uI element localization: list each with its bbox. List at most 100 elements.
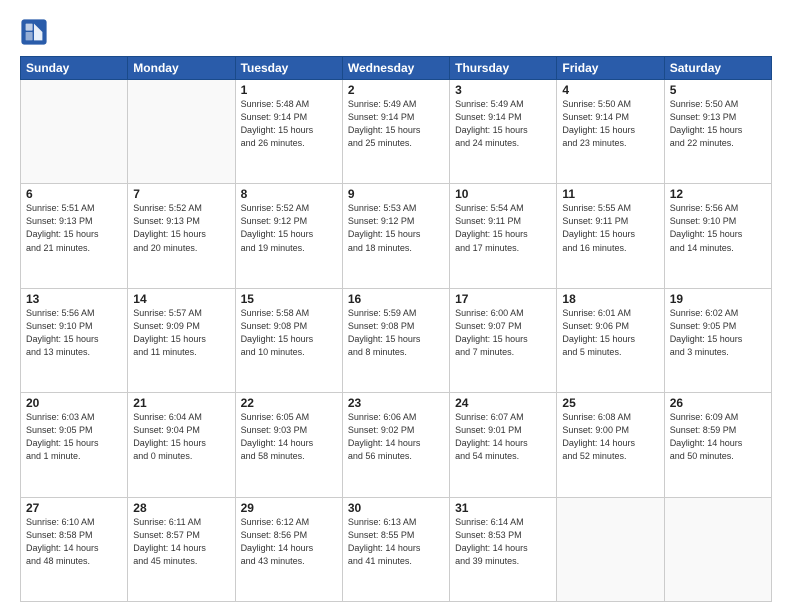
day-info: Sunrise: 6:00 AM Sunset: 9:07 PM Dayligh…: [455, 307, 551, 359]
day-info: Sunrise: 6:02 AM Sunset: 9:05 PM Dayligh…: [670, 307, 766, 359]
calendar-cell: 20Sunrise: 6:03 AM Sunset: 9:05 PM Dayli…: [21, 393, 128, 497]
day-number: 2: [348, 83, 444, 97]
day-number: 13: [26, 292, 122, 306]
day-number: 28: [133, 501, 229, 515]
day-number: 6: [26, 187, 122, 201]
day-info: Sunrise: 5:55 AM Sunset: 9:11 PM Dayligh…: [562, 202, 658, 254]
calendar-cell: 16Sunrise: 5:59 AM Sunset: 9:08 PM Dayli…: [342, 288, 449, 392]
day-info: Sunrise: 5:59 AM Sunset: 9:08 PM Dayligh…: [348, 307, 444, 359]
calendar-cell: 21Sunrise: 6:04 AM Sunset: 9:04 PM Dayli…: [128, 393, 235, 497]
calendar-cell: 19Sunrise: 6:02 AM Sunset: 9:05 PM Dayli…: [664, 288, 771, 392]
logo: [20, 18, 50, 46]
day-number: 3: [455, 83, 551, 97]
calendar-week-2: 13Sunrise: 5:56 AM Sunset: 9:10 PM Dayli…: [21, 288, 772, 392]
day-info: Sunrise: 5:50 AM Sunset: 9:13 PM Dayligh…: [670, 98, 766, 150]
calendar-cell: 4Sunrise: 5:50 AM Sunset: 9:14 PM Daylig…: [557, 80, 664, 184]
calendar-cell: 23Sunrise: 6:06 AM Sunset: 9:02 PM Dayli…: [342, 393, 449, 497]
weekday-wednesday: Wednesday: [342, 57, 449, 80]
day-number: 1: [241, 83, 337, 97]
day-info: Sunrise: 6:05 AM Sunset: 9:03 PM Dayligh…: [241, 411, 337, 463]
day-info: Sunrise: 5:53 AM Sunset: 9:12 PM Dayligh…: [348, 202, 444, 254]
calendar-cell: 28Sunrise: 6:11 AM Sunset: 8:57 PM Dayli…: [128, 497, 235, 601]
calendar-cell: 15Sunrise: 5:58 AM Sunset: 9:08 PM Dayli…: [235, 288, 342, 392]
weekday-tuesday: Tuesday: [235, 57, 342, 80]
calendar-table: SundayMondayTuesdayWednesdayThursdayFrid…: [20, 56, 772, 602]
weekday-saturday: Saturday: [664, 57, 771, 80]
day-info: Sunrise: 6:03 AM Sunset: 9:05 PM Dayligh…: [26, 411, 122, 463]
day-number: 29: [241, 501, 337, 515]
calendar-cell: [128, 80, 235, 184]
calendar-cell: 13Sunrise: 5:56 AM Sunset: 9:10 PM Dayli…: [21, 288, 128, 392]
day-info: Sunrise: 6:07 AM Sunset: 9:01 PM Dayligh…: [455, 411, 551, 463]
day-number: 25: [562, 396, 658, 410]
day-info: Sunrise: 5:58 AM Sunset: 9:08 PM Dayligh…: [241, 307, 337, 359]
calendar-cell: 10Sunrise: 5:54 AM Sunset: 9:11 PM Dayli…: [450, 184, 557, 288]
calendar-cell: 22Sunrise: 6:05 AM Sunset: 9:03 PM Dayli…: [235, 393, 342, 497]
calendar-cell: 24Sunrise: 6:07 AM Sunset: 9:01 PM Dayli…: [450, 393, 557, 497]
day-number: 30: [348, 501, 444, 515]
day-number: 9: [348, 187, 444, 201]
calendar-cell: 9Sunrise: 5:53 AM Sunset: 9:12 PM Daylig…: [342, 184, 449, 288]
logo-icon: [20, 18, 48, 46]
calendar-cell: 17Sunrise: 6:00 AM Sunset: 9:07 PM Dayli…: [450, 288, 557, 392]
calendar-week-0: 1Sunrise: 5:48 AM Sunset: 9:14 PM Daylig…: [21, 80, 772, 184]
calendar-cell: 14Sunrise: 5:57 AM Sunset: 9:09 PM Dayli…: [128, 288, 235, 392]
day-number: 24: [455, 396, 551, 410]
weekday-sunday: Sunday: [21, 57, 128, 80]
day-info: Sunrise: 5:56 AM Sunset: 9:10 PM Dayligh…: [26, 307, 122, 359]
day-number: 31: [455, 501, 551, 515]
weekday-header-row: SundayMondayTuesdayWednesdayThursdayFrid…: [21, 57, 772, 80]
day-info: Sunrise: 5:51 AM Sunset: 9:13 PM Dayligh…: [26, 202, 122, 254]
day-info: Sunrise: 5:56 AM Sunset: 9:10 PM Dayligh…: [670, 202, 766, 254]
day-number: 10: [455, 187, 551, 201]
day-info: Sunrise: 5:50 AM Sunset: 9:14 PM Dayligh…: [562, 98, 658, 150]
weekday-monday: Monday: [128, 57, 235, 80]
calendar-cell: 5Sunrise: 5:50 AM Sunset: 9:13 PM Daylig…: [664, 80, 771, 184]
calendar-cell: 8Sunrise: 5:52 AM Sunset: 9:12 PM Daylig…: [235, 184, 342, 288]
day-info: Sunrise: 6:11 AM Sunset: 8:57 PM Dayligh…: [133, 516, 229, 568]
day-number: 7: [133, 187, 229, 201]
day-info: Sunrise: 6:04 AM Sunset: 9:04 PM Dayligh…: [133, 411, 229, 463]
day-number: 11: [562, 187, 658, 201]
day-number: 12: [670, 187, 766, 201]
calendar-cell: 29Sunrise: 6:12 AM Sunset: 8:56 PM Dayli…: [235, 497, 342, 601]
calendar-cell: 3Sunrise: 5:49 AM Sunset: 9:14 PM Daylig…: [450, 80, 557, 184]
day-info: Sunrise: 6:08 AM Sunset: 9:00 PM Dayligh…: [562, 411, 658, 463]
day-info: Sunrise: 5:57 AM Sunset: 9:09 PM Dayligh…: [133, 307, 229, 359]
calendar-cell: 6Sunrise: 5:51 AM Sunset: 9:13 PM Daylig…: [21, 184, 128, 288]
day-number: 19: [670, 292, 766, 306]
day-number: 16: [348, 292, 444, 306]
day-number: 22: [241, 396, 337, 410]
calendar-cell: 25Sunrise: 6:08 AM Sunset: 9:00 PM Dayli…: [557, 393, 664, 497]
day-number: 14: [133, 292, 229, 306]
calendar-week-3: 20Sunrise: 6:03 AM Sunset: 9:05 PM Dayli…: [21, 393, 772, 497]
day-info: Sunrise: 5:52 AM Sunset: 9:13 PM Dayligh…: [133, 202, 229, 254]
calendar-cell: 18Sunrise: 6:01 AM Sunset: 9:06 PM Dayli…: [557, 288, 664, 392]
day-number: 27: [26, 501, 122, 515]
day-info: Sunrise: 6:06 AM Sunset: 9:02 PM Dayligh…: [348, 411, 444, 463]
calendar-cell: [21, 80, 128, 184]
header: [20, 18, 772, 46]
calendar-cell: [557, 497, 664, 601]
calendar-cell: 27Sunrise: 6:10 AM Sunset: 8:58 PM Dayli…: [21, 497, 128, 601]
day-number: 5: [670, 83, 766, 97]
calendar-cell: [664, 497, 771, 601]
calendar-cell: 31Sunrise: 6:14 AM Sunset: 8:53 PM Dayli…: [450, 497, 557, 601]
day-info: Sunrise: 5:49 AM Sunset: 9:14 PM Dayligh…: [348, 98, 444, 150]
calendar-cell: 30Sunrise: 6:13 AM Sunset: 8:55 PM Dayli…: [342, 497, 449, 601]
day-info: Sunrise: 6:01 AM Sunset: 9:06 PM Dayligh…: [562, 307, 658, 359]
day-number: 17: [455, 292, 551, 306]
day-info: Sunrise: 5:49 AM Sunset: 9:14 PM Dayligh…: [455, 98, 551, 150]
calendar-cell: 26Sunrise: 6:09 AM Sunset: 8:59 PM Dayli…: [664, 393, 771, 497]
day-number: 18: [562, 292, 658, 306]
calendar-cell: 1Sunrise: 5:48 AM Sunset: 9:14 PM Daylig…: [235, 80, 342, 184]
day-info: Sunrise: 5:54 AM Sunset: 9:11 PM Dayligh…: [455, 202, 551, 254]
calendar-cell: 7Sunrise: 5:52 AM Sunset: 9:13 PM Daylig…: [128, 184, 235, 288]
day-number: 4: [562, 83, 658, 97]
day-info: Sunrise: 6:14 AM Sunset: 8:53 PM Dayligh…: [455, 516, 551, 568]
day-number: 23: [348, 396, 444, 410]
day-info: Sunrise: 6:12 AM Sunset: 8:56 PM Dayligh…: [241, 516, 337, 568]
calendar-cell: 2Sunrise: 5:49 AM Sunset: 9:14 PM Daylig…: [342, 80, 449, 184]
day-info: Sunrise: 6:09 AM Sunset: 8:59 PM Dayligh…: [670, 411, 766, 463]
calendar-week-4: 27Sunrise: 6:10 AM Sunset: 8:58 PM Dayli…: [21, 497, 772, 601]
